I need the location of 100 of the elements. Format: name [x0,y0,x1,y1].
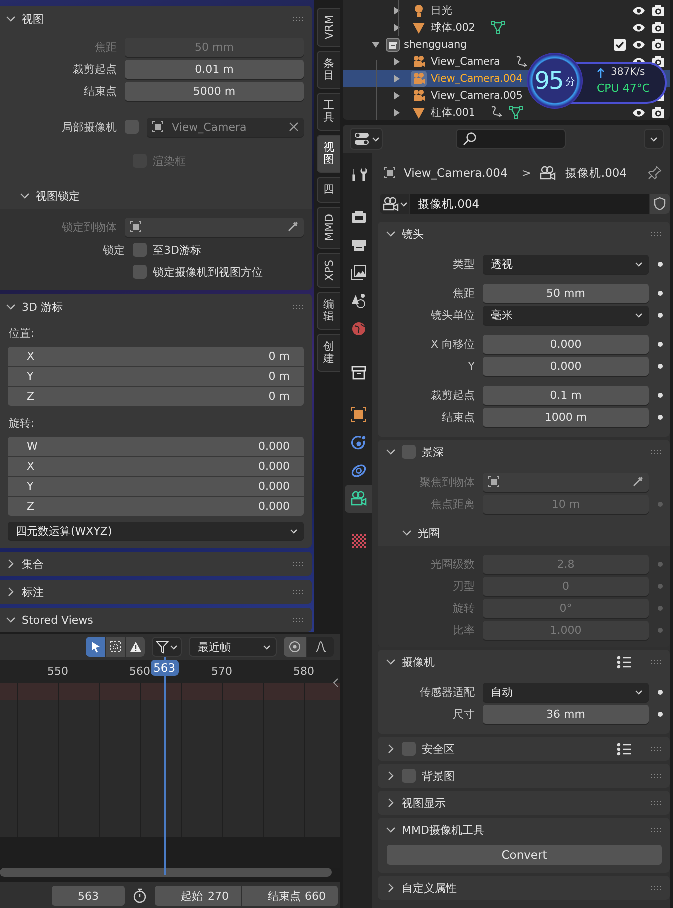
checkbox[interactable] [402,742,416,756]
keyframe-dot[interactable] [658,606,663,610]
datablock-name-field[interactable]: 摄像机.004 [410,194,649,214]
keyframe-dot[interactable] [658,414,663,420]
expand-triangle-icon[interactable] [393,24,401,32]
outliner-item-name[interactable]: 球体.002 [431,20,476,34]
tool-button[interactable] [86,637,105,657]
checkbox-label[interactable]: 至3D游标 [153,242,202,258]
current-frame-marker[interactable]: 563 [150,660,179,676]
chevron-icon[interactable] [386,744,396,754]
camera-icon[interactable] [652,38,665,50]
expand-triangle-icon[interactable] [393,74,401,82]
chevron-icon[interactable] [6,14,16,24]
sidebar-tab[interactable]: XPS [317,252,340,288]
drag-handle-icon[interactable] [651,828,662,832]
expand-triangle-icon[interactable] [372,40,380,48]
number-field[interactable]: X 0 m [8,347,304,366]
current-frame-field[interactable]: 563 [52,886,125,906]
number-field[interactable]: Z 0.000 [8,497,304,516]
sidebar-tab[interactable]: 视图 [317,135,340,174]
properties-tab[interactable] [345,485,372,513]
dropdown[interactable]: 毫米 [483,306,649,324]
sidebar-tab[interactable]: MMD [317,207,340,249]
panel-title[interactable]: 视图锁定 [36,188,80,204]
filter-button[interactable] [152,637,182,657]
sidebar-tab[interactable]: 编辑 [317,292,340,330]
dropdown[interactable]: 自动 [483,682,649,702]
number-field[interactable]: Y 0 m [8,367,304,386]
tool-button[interactable] [106,637,125,657]
sidebar-tab[interactable]: 条目 [317,50,340,89]
keyframe-dot[interactable] [658,290,663,296]
proportional-button[interactable] [284,637,306,657]
chevron-icon[interactable] [386,447,396,457]
dropdown[interactable]: 最近帧 [189,637,277,657]
drag-handle-icon[interactable] [293,304,304,310]
chevron-icon[interactable] [386,825,396,835]
panel-title[interactable]: Stored Views [22,614,94,626]
chevron-icon[interactable] [386,229,396,239]
eye-icon[interactable] [632,108,646,118]
chevron-icon[interactable] [6,615,16,625]
object-field[interactable]: View_Camera [147,118,304,136]
camera-icon[interactable] [652,22,665,34]
panel-title[interactable]: 摄像机 [402,654,435,670]
chevron-icon[interactable] [386,798,396,808]
tool-button[interactable] [126,637,145,657]
drag-handle-icon[interactable] [651,774,662,778]
keyframe-dot[interactable] [658,392,663,398]
chevron-icon[interactable] [386,657,396,667]
datablock-browse-button[interactable] [380,194,409,214]
panel-title[interactable]: 景深 [422,444,444,460]
chevron-icon[interactable] [386,771,396,781]
chevron-icon[interactable] [20,191,30,201]
number-field[interactable]: 50 mm [483,284,649,302]
fake-user-button[interactable] [650,194,670,214]
sidebar-tab[interactable]: 工具 [317,92,340,132]
sidebar-tab[interactable]: 创建 [317,334,340,372]
chevron-icon[interactable] [402,528,412,538]
search-field[interactable] [456,129,566,149]
eye-icon[interactable] [632,22,646,32]
falloff-button[interactable] [307,637,334,657]
checkbox-label[interactable]: 锁定摄像机到视图方位 [153,264,263,280]
preset-list-icon[interactable] [617,656,631,668]
camera-icon[interactable] [652,4,665,16]
sidebar-tab[interactable]: 四 [317,177,340,204]
checkbox[interactable] [614,38,626,50]
sidebar-tab[interactable]: VRM [317,8,340,47]
keyframe-dot[interactable] [658,690,663,694]
checkbox[interactable] [133,243,147,257]
number-field[interactable]: 5000 m [125,82,304,100]
chevron-icon[interactable] [386,883,396,893]
drag-handle-icon[interactable] [293,16,304,22]
number-field[interactable]: 1000 m [483,408,649,426]
preset-list-icon[interactable] [617,742,631,756]
panel-title[interactable]: MMD摄像机工具 [402,822,484,838]
keyframe-dot[interactable] [658,562,663,566]
close-icon[interactable] [289,122,299,132]
number-field[interactable]: 0.01 m [125,60,304,78]
collection-name[interactable]: shengguang [404,38,467,50]
panel-title[interactable]: 光圈 [418,526,440,540]
expand-triangle-icon[interactable] [393,58,401,66]
number-field[interactable]: 0.1 m [483,386,649,404]
number-field[interactable]: 36 mm [483,704,649,724]
panel-title[interactable]: 背景图 [422,768,455,784]
checkbox[interactable] [402,445,416,459]
frame-end-field[interactable]: 结束点 660 [242,886,338,906]
number-field[interactable]: X 0.000 [8,457,304,476]
number-field[interactable]: W 0.000 [8,437,304,456]
outliner-item-name[interactable]: View_Camera [431,56,500,68]
keyframe-dot[interactable] [658,364,663,368]
keyframe-dot[interactable] [658,712,663,716]
panel-title[interactable]: 安全区 [422,742,455,756]
drag-handle-icon[interactable] [293,590,304,594]
dropdown[interactable]: 透视 [483,254,649,274]
panel-title[interactable]: 3D 游标 [22,300,63,314]
eye-icon[interactable] [632,40,646,50]
number-field[interactable]: Y 0.000 [8,477,304,496]
panel-title[interactable]: 视图显示 [402,796,446,810]
outliner-item-name[interactable]: 日光 [431,4,453,18]
drag-handle-icon[interactable] [651,660,662,664]
panel-title[interactable]: 镜头 [402,226,424,242]
